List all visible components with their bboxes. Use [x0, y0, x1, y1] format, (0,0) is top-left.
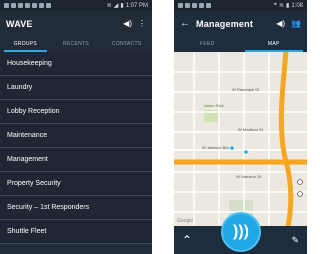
group-item-shuttle-fleet[interactable]: Shuttle Fleet	[0, 220, 152, 244]
volume-icon[interactable]: ◀)	[123, 19, 132, 28]
status-time: 1:07 PM	[125, 2, 148, 9]
app-title: WAVE	[6, 18, 33, 29]
push-to-talk-icon: )))	[233, 223, 249, 240]
groups-screen: ≋ ◢ ▮ 1:07 PM WAVE ◀) ⋮ GROUPS RECENTS C…	[0, 0, 152, 254]
google-logo: Google	[177, 218, 193, 224]
notification-icon	[185, 3, 190, 8]
notification-icon	[11, 3, 16, 8]
notification-icon	[199, 3, 204, 8]
tab-map[interactable]: MAP	[241, 36, 308, 52]
back-arrow-icon[interactable]: ←	[180, 18, 190, 29]
edit-icon[interactable]: ✎	[291, 235, 299, 246]
location-icon: ⌖	[273, 2, 277, 8]
map-canvas[interactable]: W Randolph St W Madison St W Jackson Blv…	[174, 52, 307, 226]
app-bar: WAVE ◀) ⋮	[0, 11, 152, 36]
app-bar: ← Management ◀) 👥	[174, 11, 307, 36]
street-label: W Jackson Blvd	[202, 145, 230, 150]
group-item-management[interactable]: Management	[0, 148, 152, 172]
notification-icons	[178, 3, 211, 8]
group-item-maintenance[interactable]: Maintenance	[0, 124, 152, 148]
street-label: W Randolph St	[232, 87, 260, 92]
signal-icon: ◢	[113, 3, 119, 9]
map-view[interactable]: W Randolph St W Madison St W Jackson Blv…	[174, 52, 307, 226]
volume-icon[interactable]: ◀)	[276, 19, 285, 28]
status-bar: ≋ ◢ ▮ 1:07 PM	[0, 0, 152, 11]
notification-icon	[32, 3, 37, 8]
status-bar: ⌖ ≋ ▮ 1:08	[174, 0, 307, 11]
group-item-housekeeping[interactable]: Housekeeping	[0, 52, 152, 76]
group-item-laundry[interactable]: Laundry	[0, 76, 152, 100]
tab-recents[interactable]: RECENTS	[51, 36, 102, 52]
people-icon[interactable]: 👥	[291, 19, 301, 28]
tab-groups[interactable]: GROUPS	[0, 36, 51, 52]
tab-bar: FEED MAP	[174, 36, 307, 52]
notification-icons	[4, 3, 51, 8]
chevron-up-icon[interactable]: ⌃	[182, 233, 192, 247]
push-to-talk-button[interactable]: )))	[221, 212, 261, 252]
group-list: Housekeeping Laundry Lobby Reception Mai…	[0, 52, 152, 244]
street-label: W Harrison St	[236, 174, 262, 179]
notification-icon	[178, 3, 183, 8]
notification-icon	[18, 3, 23, 8]
management-map-screen: ⌖ ≋ ▮ 1:08 ← Management ◀) 👥 FEED MAP W …	[174, 0, 307, 254]
overflow-menu-icon[interactable]: ⋮	[138, 19, 146, 28]
tab-feed[interactable]: FEED	[174, 36, 241, 52]
group-item-property-security[interactable]: Property Security	[0, 172, 152, 196]
notification-icon	[4, 3, 9, 8]
notification-icon	[25, 3, 30, 8]
tab-contacts[interactable]: CONTACTS	[101, 36, 152, 52]
my-location-icon[interactable]	[297, 179, 303, 185]
status-time: 1:08	[291, 2, 303, 9]
battery-icon: ▮	[286, 3, 290, 9]
tab-bar: GROUPS RECENTS CONTACTS	[0, 36, 152, 52]
group-item-lobby-reception[interactable]: Lobby Reception	[0, 100, 152, 124]
notification-icon	[39, 3, 44, 8]
wifi-icon: ≋	[278, 3, 284, 9]
user-location-icon[interactable]	[297, 191, 303, 197]
location-pin[interactable]	[229, 145, 235, 151]
street-label: W Madison St	[238, 127, 264, 132]
group-item-security-1st-responders[interactable]: Security – 1st Responders	[0, 196, 152, 220]
battery-icon: ▮	[120, 3, 124, 9]
notification-icon	[192, 3, 197, 8]
wifi-icon: ≋	[106, 3, 112, 9]
park-label: Union Park	[204, 103, 224, 108]
notification-icon	[206, 3, 211, 8]
location-pin[interactable]	[243, 149, 249, 155]
notification-icon	[46, 3, 51, 8]
group-title: Management	[196, 18, 254, 29]
